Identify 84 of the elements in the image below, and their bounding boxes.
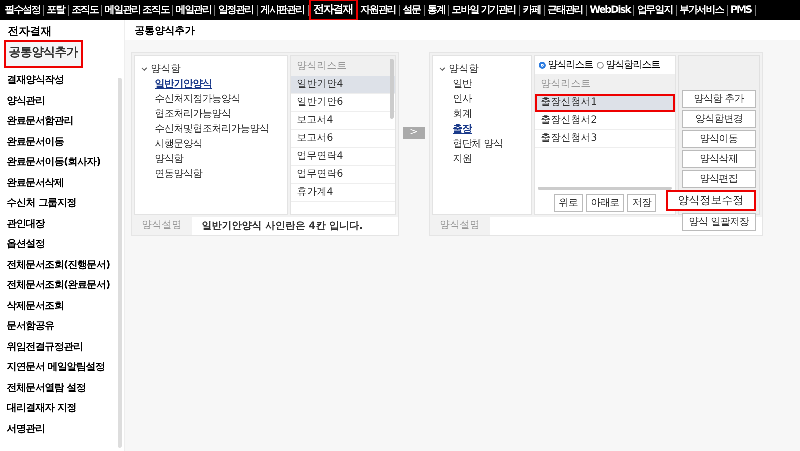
tree-item[interactable]: 협단체 양식 <box>439 137 525 152</box>
top-menu-item[interactable]: 게시판관리 <box>258 4 309 16</box>
action-button[interactable]: 양식함변경 <box>682 110 756 128</box>
radio-label[interactable]: 양식함리스트 <box>606 58 660 72</box>
tree-item[interactable]: 양식함 <box>151 62 181 77</box>
list-item[interactable]: 보고서6 <box>291 130 395 148</box>
sidebar-item[interactable]: 삭제문서조회 <box>0 296 124 317</box>
tree-item[interactable]: 양식함 <box>141 152 281 167</box>
tree-item[interactable]: 양식함 <box>449 62 479 77</box>
action-button[interactable]: 양식함 추가 <box>682 90 756 108</box>
sidebar-item[interactable]: 위임전결규정관리 <box>0 338 124 358</box>
scrollbar[interactable] <box>538 187 672 190</box>
sidebar-item[interactable]: 결재양식작성 <box>0 71 124 92</box>
top-menu-item[interactable]: 업무일지 <box>634 4 677 16</box>
chevron-icon[interactable] <box>141 67 148 72</box>
list-item[interactable]: 일반기안4 <box>291 76 395 94</box>
list-header: 양식리스트 <box>535 74 675 94</box>
tree-item[interactable]: 일반기안양식 <box>141 77 281 92</box>
info-tooltip[interactable]: 양식정보수정 <box>666 190 756 211</box>
sidebar-item[interactable]: 수신처 그룹지정 <box>0 194 124 214</box>
top-menu-item[interactable]: 일정관리 <box>215 4 258 16</box>
tree-item[interactable]: 인사 <box>439 92 525 107</box>
sidebar-item[interactable]: 서명관리 <box>0 420 124 440</box>
sidebar-item[interactable]: 완료문서함관리 <box>0 112 124 132</box>
top-menu-item[interactable]: 메일관리 <box>173 4 216 16</box>
action-button[interactable]: 양식삭제 <box>682 150 756 168</box>
list-item[interactable]: 휴가계4 <box>291 184 395 202</box>
list-header: 양식리스트 <box>291 56 395 76</box>
tree-item[interactable]: 회계 <box>439 107 525 122</box>
top-menu-item[interactable]: 통계 <box>424 4 450 16</box>
radio-label[interactable]: 양식리스트 <box>548 58 593 72</box>
top-menu-item[interactable]: 필수설정 <box>2 4 44 16</box>
tree-item[interactable]: 협조처리가능양식 <box>141 107 281 122</box>
sidebar-item[interactable]: 완료문서삭제 <box>0 174 124 194</box>
top-menu-item[interactable]: 자원관리 <box>358 4 400 16</box>
list-item[interactable]: 출장신청서1 <box>535 94 675 112</box>
page-title: 공통양식추가 <box>125 20 800 40</box>
sidebar-item[interactable]: 대리결재자 지정 <box>0 399 124 420</box>
tree-item[interactable]: 수신처및협조처리가능양식 <box>141 122 281 137</box>
radio-button[interactable] <box>539 62 546 68</box>
tree-item[interactable]: 시행문양식 <box>141 137 281 152</box>
sidebar-item[interactable]: 전체문서조회(완료문서) <box>0 276 124 296</box>
list-item[interactable]: 업무연락6 <box>291 166 395 184</box>
list-button[interactable]: 저장 <box>627 194 656 212</box>
tree-item[interactable]: 지원 <box>439 152 525 167</box>
top-menu-item[interactable]: 모바일 기기관리 <box>449 4 520 16</box>
list-button[interactable]: 아래로 <box>586 194 624 212</box>
list-item[interactable]: 출장신청서3 <box>535 130 675 148</box>
top-menu-item[interactable]: 메일관리 조직도 <box>102 4 174 16</box>
scrollbar[interactable] <box>118 78 122 448</box>
sidebar-item[interactable]: 지연문서 메일알림설정 <box>0 358 124 378</box>
sidebar-item[interactable]: 문서함공유 <box>0 317 124 338</box>
top-menu-item[interactable]: 근태관리 <box>544 4 587 16</box>
chevron-icon[interactable] <box>439 67 446 72</box>
list-button[interactable]: 위로 <box>554 194 583 212</box>
action-button[interactable]: 양식 일괄저장 <box>682 213 756 231</box>
top-menu-item[interactable]: 부가서비스 <box>676 4 728 16</box>
top-menu-item[interactable]: 설문 <box>400 4 425 16</box>
sidebar-item[interactable]: 완료문서이동 <box>0 132 124 153</box>
description-label: 양식설명 <box>132 217 192 235</box>
top-menu-item[interactable]: WebDisk <box>586 4 634 16</box>
tree-item[interactable]: 일반 <box>439 77 525 92</box>
sidebar-item[interactable]: 완료문서이동(회사자) <box>0 153 124 174</box>
action-button[interactable]: 양식이동 <box>682 130 756 148</box>
top-menu-item[interactable]: PMS <box>728 4 756 16</box>
description-label: 양식설명 <box>430 217 490 235</box>
sidebar-item[interactable]: 전체문서열람 설정 <box>0 378 124 399</box>
list-item[interactable]: 출장신청서2 <box>535 112 675 130</box>
sidebar-title: 전자결재 <box>7 24 53 40</box>
tree-item[interactable]: 수신처지정가능양식 <box>141 92 281 107</box>
list-item[interactable]: 업무연락4 <box>291 148 395 166</box>
sidebar-item[interactable]: 양식관리 <box>0 92 124 112</box>
action-button[interactable]: 양식편집 <box>682 170 756 188</box>
tree-item[interactable]: 연동양식함 <box>141 167 281 182</box>
top-menu-item[interactable]: 조직도 <box>68 4 102 16</box>
tree-item[interactable]: 출장 <box>439 122 525 137</box>
sidebar-item[interactable]: 옵션설정 <box>0 235 124 256</box>
description-text: 일반기안양식 사인란은 4칸 입니다. <box>201 220 364 233</box>
top-menu-item[interactable]: 카페 <box>520 4 545 16</box>
sidebar-item[interactable]: 공통양식추가 <box>4 40 83 68</box>
sidebar-item[interactable]: 전체문서조회(진행문서) <box>0 256 124 276</box>
radio-button[interactable] <box>597 62 604 68</box>
top-menu-item[interactable]: 포탈 <box>44 4 69 16</box>
sidebar-item[interactable]: 관인대장 <box>0 214 124 235</box>
